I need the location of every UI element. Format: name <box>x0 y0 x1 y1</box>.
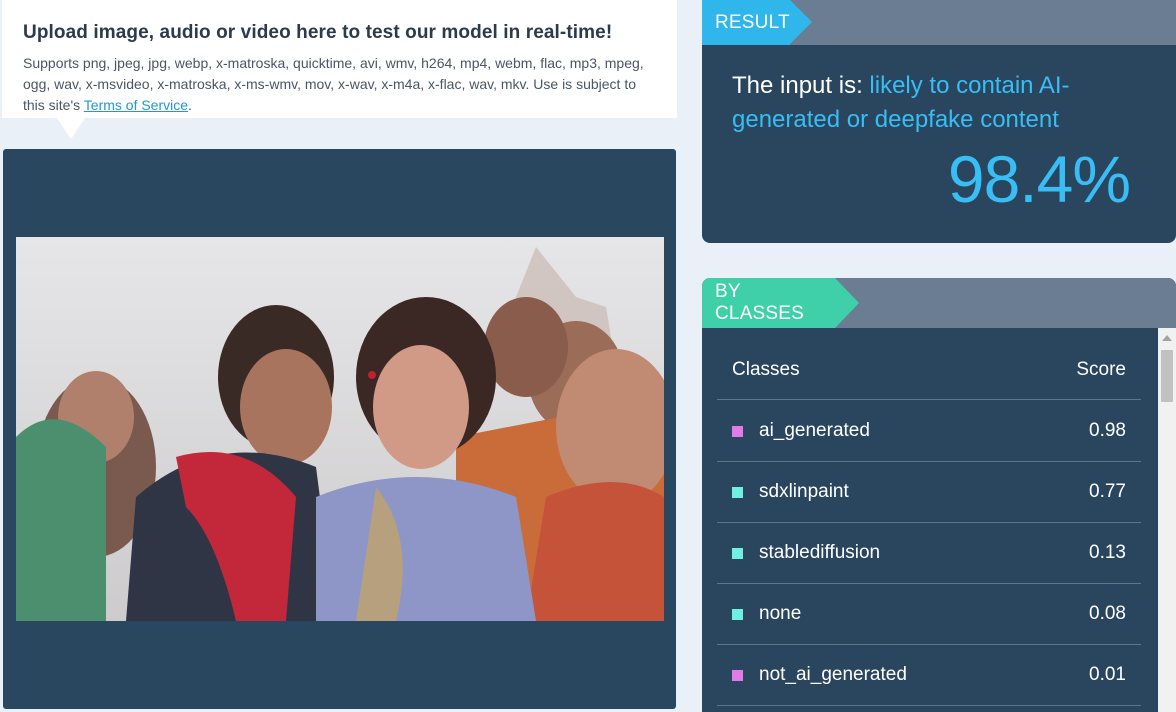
upload-dropzone[interactable] <box>3 149 676 709</box>
scroll-up-arrow-icon[interactable] <box>1162 335 1172 341</box>
class-cell: stablediffusion <box>732 542 880 564</box>
class-score: 0.13 <box>1089 542 1126 563</box>
class-score: 0.98 <box>1089 420 1126 441</box>
uploaded-image-preview <box>16 237 664 621</box>
class-score: 0.01 <box>1089 664 1126 685</box>
classes-table-body: ai_generated 0.98 sdxlinpaint 0.77 stabl… <box>717 401 1141 706</box>
class-score: 0.77 <box>1089 481 1126 502</box>
class-color-swatch <box>732 486 743 498</box>
upload-instructions-card: Upload image, audio or video here to tes… <box>2 0 677 118</box>
class-cell: none <box>732 603 801 625</box>
class-score: 0.08 <box>1089 603 1126 624</box>
column-classes: Classes <box>732 359 800 380</box>
classes-scrollbar[interactable] <box>1158 328 1176 712</box>
upload-description: Supports png, jpeg, jpg, webp, x-matrosk… <box>23 53 657 116</box>
verdict-prefix: The input is: <box>732 72 870 99</box>
result-tag: RESULT <box>702 0 790 45</box>
result-tag-arrow <box>790 0 812 44</box>
class-name: stablediffusion <box>759 542 881 563</box>
class-cell: not_ai_generated <box>732 664 907 686</box>
class-color-swatch <box>732 669 743 681</box>
class-name: sdxlinpaint <box>759 481 849 502</box>
result-header: RESULT <box>702 0 1176 45</box>
class-color-swatch <box>732 547 743 559</box>
column-score: Score <box>1076 359 1126 380</box>
scroll-thumb[interactable] <box>1161 350 1173 402</box>
terms-of-service-link[interactable]: Terms of Service <box>84 97 188 113</box>
table-row: not_ai_generated 0.01 <box>717 645 1141 706</box>
table-row: ai_generated 0.98 <box>717 401 1141 462</box>
class-name: none <box>759 603 802 624</box>
description-suffix: . <box>188 97 192 113</box>
upload-title: Upload image, audio or video here to tes… <box>23 22 613 43</box>
class-color-swatch <box>732 608 743 620</box>
class-color-swatch <box>732 425 743 437</box>
class-cell: sdxlinpaint <box>732 481 849 503</box>
page: Upload image, audio or video here to tes… <box>0 0 1176 712</box>
class-name: ai_generated <box>759 420 870 441</box>
classes-table-header: Classes Score <box>717 348 1141 400</box>
by-classes-tag-arrow <box>835 278 859 328</box>
table-row: stablediffusion 0.13 <box>717 523 1141 584</box>
class-cell: ai_generated <box>732 420 870 442</box>
by-classes-tag: BY CLASSES <box>702 278 835 328</box>
by-classes-panel: BY CLASSES Classes Score ai_generated 0.… <box>702 278 1176 712</box>
card-pointer <box>57 118 85 139</box>
table-row: none 0.08 <box>717 584 1141 645</box>
confidence-percentage: 98.4% <box>947 142 1131 216</box>
classes-header: BY CLASSES <box>702 278 1176 328</box>
verdict-text: The input is: likely to contain AI-gener… <box>732 69 1132 137</box>
result-panel: RESULT The input is: likely to contain A… <box>702 0 1176 243</box>
class-name: not_ai_generated <box>759 664 907 685</box>
table-row: sdxlinpaint 0.77 <box>717 462 1141 523</box>
